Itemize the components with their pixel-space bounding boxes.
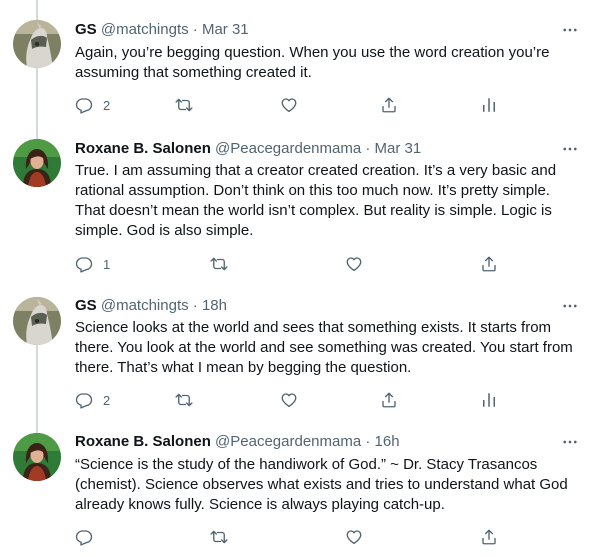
retweet-button[interactable]: [175, 90, 193, 120]
more-icon: [561, 433, 579, 451]
avatar[interactable]: [13, 297, 61, 345]
thread-line: [36, 68, 38, 140]
tweet-time[interactable]: Mar 31: [375, 140, 422, 157]
retweet-button[interactable]: [175, 385, 193, 415]
tweet-actions: [65, 522, 505, 552]
share-button[interactable]: [480, 522, 498, 552]
user-handle[interactable]: @matchingts: [101, 297, 189, 314]
more-options-button[interactable]: [560, 296, 580, 316]
reply-button[interactable]: [75, 522, 103, 552]
analytics-button[interactable]: [480, 90, 498, 120]
user-handle[interactable]: @Peacegardenmama: [215, 433, 361, 450]
retweet-button[interactable]: [210, 522, 228, 552]
like-button[interactable]: [345, 249, 363, 279]
analytics-icon: [480, 96, 498, 114]
tweet-header: Roxane B. Salonen @Peacegardenmama · Mar…: [75, 139, 421, 159]
tweet-time[interactable]: 16h: [375, 433, 400, 450]
like-button[interactable]: [345, 522, 363, 552]
share-button[interactable]: [380, 385, 398, 415]
tweet-time[interactable]: 18h: [202, 297, 227, 314]
share-icon: [380, 96, 398, 114]
more-icon: [561, 297, 579, 315]
retweet-icon: [210, 255, 228, 273]
reply-count: 2: [103, 392, 111, 408]
tweet-actions: 2: [65, 385, 505, 415]
more-options-button[interactable]: [560, 139, 580, 159]
reply-icon: [75, 528, 93, 546]
tweet-header: Roxane B. Salonen @Peacegardenmama · 16h: [75, 432, 400, 452]
like-icon: [345, 255, 363, 273]
more-options-button[interactable]: [560, 20, 580, 40]
like-icon: [345, 528, 363, 546]
display-name[interactable]: GS: [75, 21, 97, 38]
tweet-actions: 1: [65, 249, 505, 279]
avatar[interactable]: [13, 20, 61, 68]
display-name[interactable]: Roxane B. Salonen: [75, 140, 211, 157]
separator-dot: ·: [365, 433, 371, 450]
avatar[interactable]: [13, 433, 61, 481]
share-button[interactable]: [480, 249, 498, 279]
like-button[interactable]: [280, 90, 298, 120]
reply-count: 2: [103, 97, 111, 113]
more-icon: [561, 140, 579, 158]
reply-icon: [75, 255, 93, 273]
more-icon: [561, 21, 579, 39]
reply-count: 1: [103, 256, 111, 272]
analytics-button[interactable]: [480, 385, 498, 415]
like-icon: [280, 96, 298, 114]
display-name[interactable]: GS: [75, 297, 97, 314]
reply-button[interactable]: 2: [75, 385, 110, 415]
tweet-text: True. I am assuming that a creator creat…: [75, 162, 557, 239]
share-button[interactable]: [380, 90, 398, 120]
display-name[interactable]: Roxane B. Salonen: [75, 433, 211, 450]
like-button[interactable]: [280, 385, 298, 415]
tweet-text: “Science is the study of the handiwork o…: [75, 456, 568, 513]
retweet-button[interactable]: [210, 249, 228, 279]
reply-button[interactable]: 1: [75, 249, 110, 279]
tweet-header: GS @matchingts · 18h: [75, 296, 227, 316]
retweet-icon: [175, 96, 193, 114]
reply-icon: [75, 96, 93, 114]
retweet-icon: [175, 391, 193, 409]
thread-line: [36, 0, 38, 20]
avatar[interactable]: [13, 139, 61, 187]
analytics-icon: [480, 391, 498, 409]
user-handle[interactable]: @matchingts: [101, 21, 189, 38]
reply-icon: [75, 391, 93, 409]
reply-button[interactable]: 2: [75, 90, 110, 120]
share-icon: [480, 528, 498, 546]
thread-line: [36, 345, 38, 433]
separator-dot: ·: [192, 297, 198, 314]
share-icon: [480, 255, 498, 273]
tweet-time[interactable]: Mar 31: [202, 21, 249, 38]
tweet-text: Again, you’re begging question. When you…: [75, 44, 550, 81]
tweet-text: Science looks at the world and sees that…: [75, 319, 573, 376]
share-icon: [380, 391, 398, 409]
more-options-button[interactable]: [560, 432, 580, 452]
separator-dot: ·: [365, 140, 371, 157]
retweet-icon: [210, 528, 228, 546]
tweet-header: GS @matchingts · Mar 31: [75, 20, 249, 40]
separator-dot: ·: [192, 21, 198, 38]
tweet-actions: 2: [65, 90, 505, 120]
user-handle[interactable]: @Peacegardenmama: [215, 140, 361, 157]
like-icon: [280, 391, 298, 409]
